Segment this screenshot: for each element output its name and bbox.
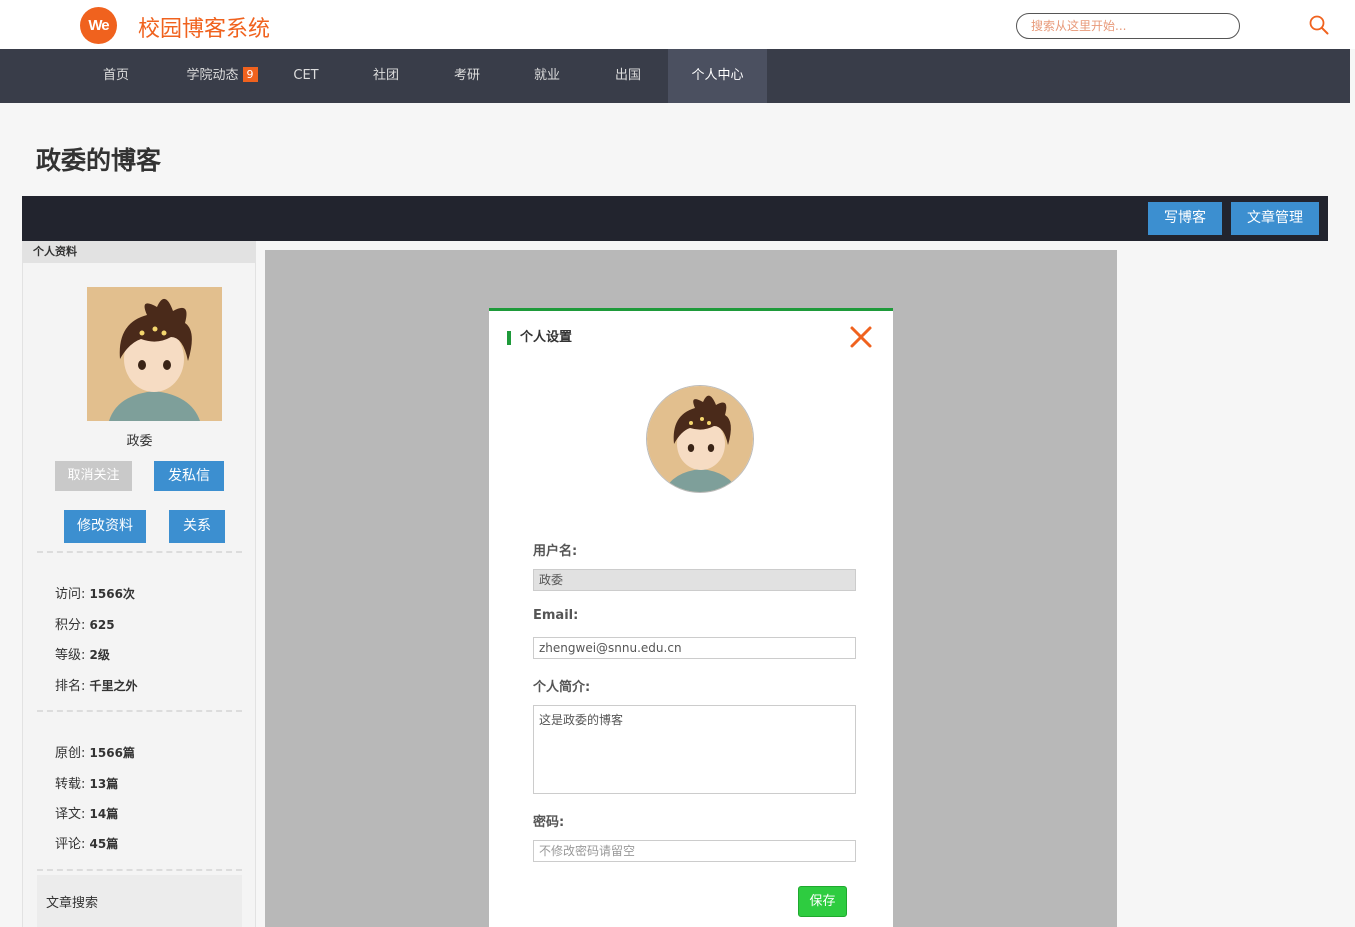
save-button[interactable]: 保存 bbox=[798, 886, 847, 917]
divider bbox=[37, 551, 242, 553]
stat-points: 积分: 625 bbox=[55, 618, 115, 633]
password-field[interactable]: 不修改密码请留空 bbox=[533, 840, 856, 862]
stat-rank: 排名: 千里之外 bbox=[55, 679, 138, 694]
nav-item-personal-center[interactable]: 个人中心 bbox=[668, 49, 767, 103]
notification-badge: 9 bbox=[242, 67, 258, 82]
unfollow-button[interactable]: 取消关注 bbox=[55, 461, 132, 491]
bio-label: 个人简介: bbox=[533, 680, 591, 695]
nav-item-abroad[interactable]: 出国 bbox=[600, 49, 656, 103]
article-manage-button[interactable]: 文章管理 bbox=[1231, 202, 1319, 235]
email-label: Email: bbox=[533, 608, 579, 623]
write-blog-button[interactable]: 写博客 bbox=[1148, 202, 1222, 235]
send-message-button[interactable]: 发私信 bbox=[154, 461, 224, 491]
close-icon[interactable] bbox=[849, 325, 873, 349]
avatar[interactable] bbox=[87, 287, 222, 421]
nav-item-postgrad[interactable]: 考研 bbox=[439, 49, 495, 103]
nav-item-clubs[interactable]: 社团 bbox=[358, 49, 414, 103]
nav-item-college-news[interactable]: 学院动态 9 bbox=[170, 49, 274, 103]
stat-reposted: 转载: 13篇 bbox=[55, 777, 119, 792]
relation-button[interactable]: 关系 bbox=[169, 510, 225, 543]
article-search-section: 文章搜索 bbox=[37, 875, 242, 927]
site-logo[interactable]: We bbox=[80, 7, 117, 44]
password-label: 密码: bbox=[533, 815, 565, 830]
nav-item-jobs[interactable]: 就业 bbox=[519, 49, 575, 103]
search-icon[interactable] bbox=[1308, 14, 1330, 36]
profile-username: 政委 bbox=[126, 434, 153, 449]
username-field: 政委 bbox=[533, 569, 856, 591]
settings-modal: 个人设置 用户名: 政委 Email: zhengwei@snnu.edu.cn… bbox=[489, 308, 893, 927]
stat-visits: 访问: 1566次 bbox=[55, 587, 135, 602]
username-label: 用户名: bbox=[533, 544, 578, 559]
stat-comments: 评论: 45篇 bbox=[55, 837, 119, 852]
edit-profile-button[interactable]: 修改资料 bbox=[64, 510, 146, 543]
nav-item-cet[interactable]: CET bbox=[278, 49, 334, 103]
email-field[interactable]: zhengwei@snnu.edu.cn bbox=[533, 637, 856, 659]
bio-textarea[interactable]: 这是政委的博客 bbox=[533, 705, 856, 794]
article-search-title: 文章搜索 bbox=[46, 896, 99, 911]
divider bbox=[37, 869, 242, 871]
blog-toolbar: 写博客 文章管理 bbox=[22, 196, 1328, 241]
main-nav: 首页 学院动态 9 CET 社团 考研 就业 出国 个人中心 bbox=[0, 49, 1350, 103]
sidebar-header: 个人资料 bbox=[23, 241, 256, 263]
search-input[interactable]: 搜索从这里开始... bbox=[1016, 13, 1240, 39]
stat-original: 原创: 1566篇 bbox=[55, 746, 135, 761]
avatar[interactable] bbox=[646, 385, 754, 493]
modal-title: 个人设置 bbox=[507, 331, 572, 345]
stat-level: 等级: 2级 bbox=[55, 648, 110, 663]
divider bbox=[37, 710, 242, 712]
site-title[interactable]: 校园博客系统 bbox=[138, 11, 270, 43]
page-title: 政委的博客 bbox=[36, 146, 162, 175]
nav-item-home[interactable]: 首页 bbox=[88, 49, 144, 103]
profile-sidebar: 个人资料 政委 取消关注 发私信 修改资料 关系 访问: 1566次 积分: 6… bbox=[22, 241, 256, 927]
stat-translated: 译文: 14篇 bbox=[55, 807, 119, 822]
top-header: We 校园博客系统 搜索从这里开始... bbox=[0, 0, 1355, 49]
